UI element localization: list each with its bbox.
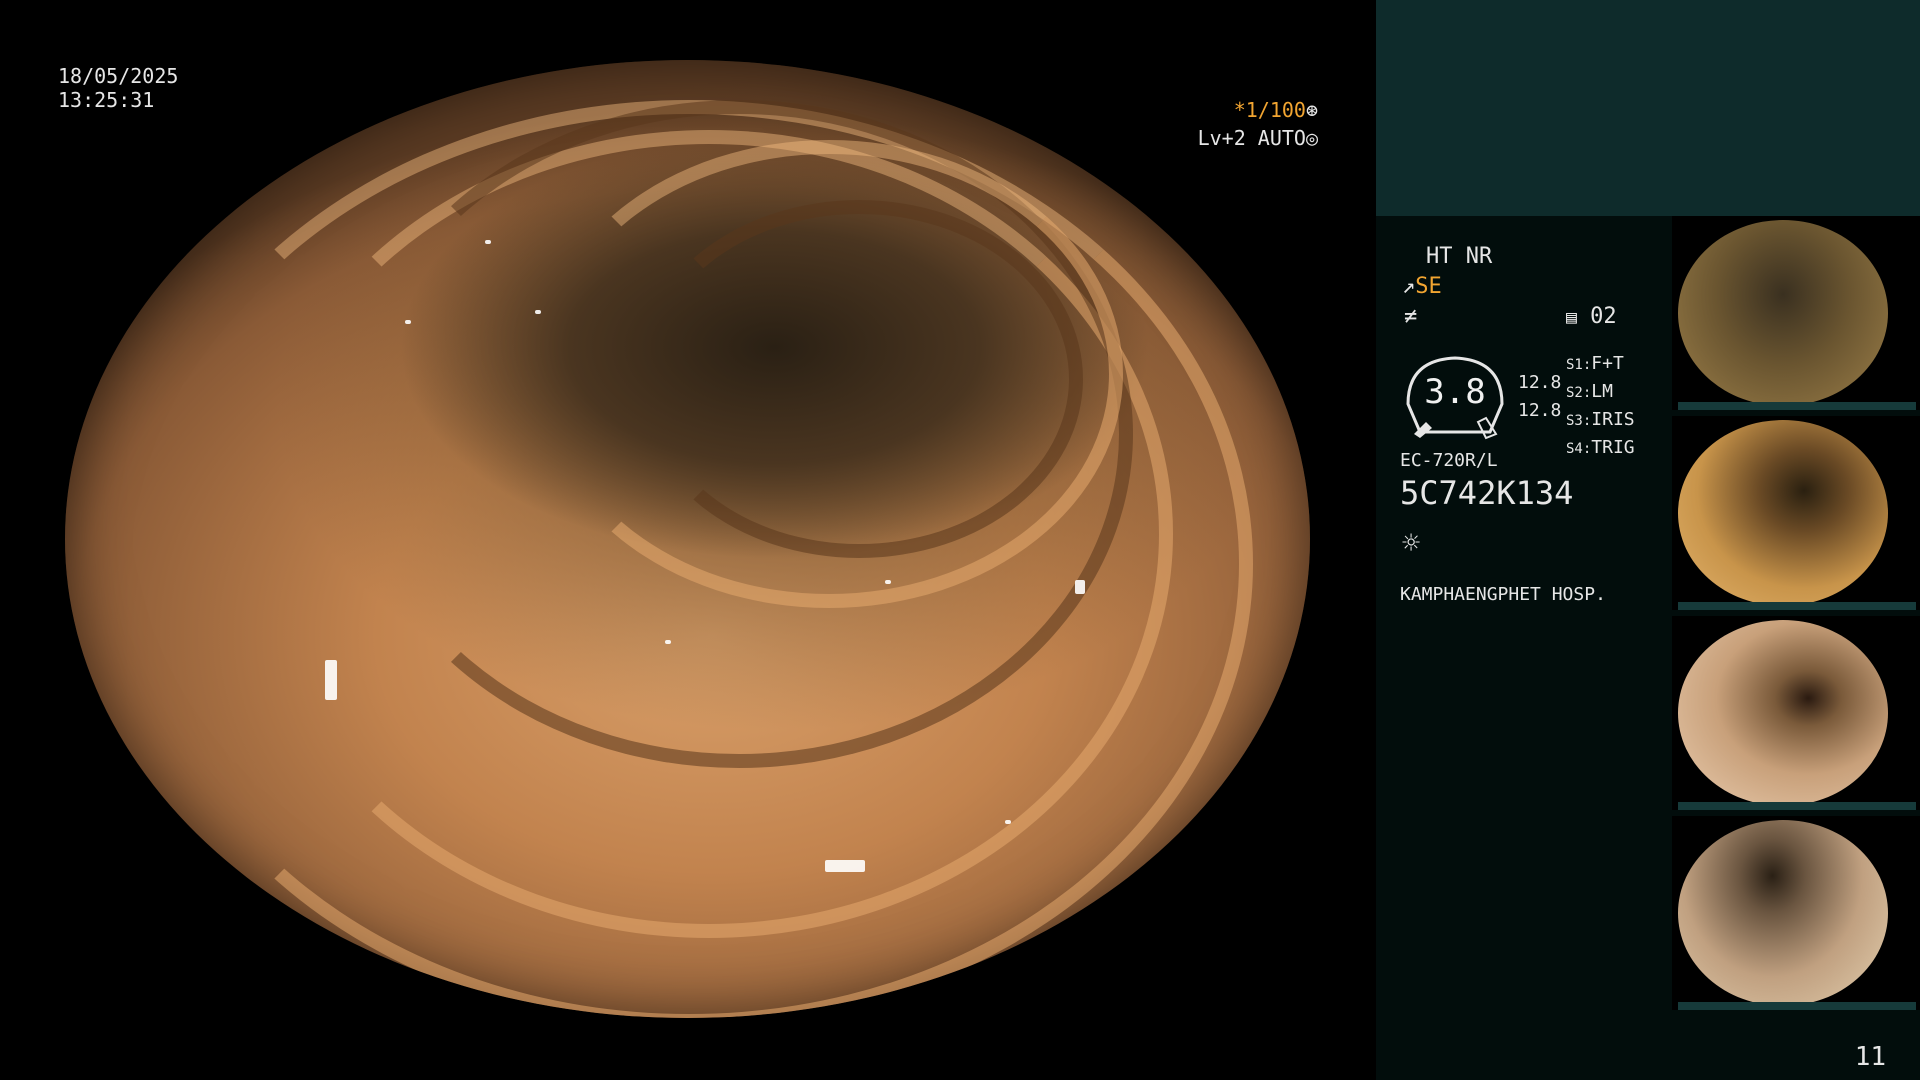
value-readout-1: 12.8	[1518, 372, 1562, 393]
switch-item: S2:LM	[1566, 381, 1613, 402]
light-icon: ☼	[1402, 526, 1421, 561]
memory-indicator: ▤ 02	[1566, 304, 1617, 329]
enhance-icon: ↗	[1402, 274, 1416, 299]
memory-icon: ▤	[1566, 307, 1577, 328]
switch-item: S3:IRIS	[1566, 409, 1635, 430]
thumbnail-4[interactable]	[1672, 816, 1920, 1010]
switch-list: S1:F+T S2:LM S3:IRIS S4:TRIG	[1566, 350, 1635, 462]
enhance-indicator: ↗SE	[1402, 274, 1442, 299]
level-value: Lv+2 AUTO	[1197, 126, 1306, 150]
thumbnail-2[interactable]	[1672, 416, 1920, 610]
scope-model: EC-720R/L	[1400, 450, 1498, 471]
gauge-value: 3.8	[1424, 372, 1486, 412]
memory-value: 02	[1590, 304, 1617, 329]
shutter-indicator: *1/100⊛	[1234, 98, 1318, 122]
panel-header-area	[1376, 0, 1920, 216]
function-icon: ≠	[1404, 304, 1418, 329]
switch-item: S1:F+T	[1566, 353, 1624, 374]
hospital-name: KAMPHAENGPHET HOSP.	[1400, 584, 1606, 605]
time-readout: 13:25:31	[58, 88, 155, 112]
enhance-label: SE	[1415, 274, 1442, 299]
switch-item: S4:TRIG	[1566, 437, 1635, 458]
shutter-value: *1/100	[1233, 98, 1306, 122]
mode-line: HT NR	[1426, 244, 1493, 269]
thumbnail-3[interactable]	[1672, 616, 1920, 810]
value-readout-2: 12.8	[1518, 400, 1562, 421]
date-readout: 18/05/2025	[58, 64, 179, 88]
shutter-icon: ⊛	[1305, 98, 1318, 122]
endoscopic-image	[65, 60, 1310, 1018]
thumbnail-1[interactable]	[1672, 216, 1920, 410]
scope-serial: 5C742K134	[1400, 474, 1574, 512]
level-indicator: Lv+2 AUTO◎	[1198, 126, 1318, 150]
level-icon: ◎	[1305, 126, 1318, 150]
image-count: 11	[1854, 1042, 1886, 1072]
